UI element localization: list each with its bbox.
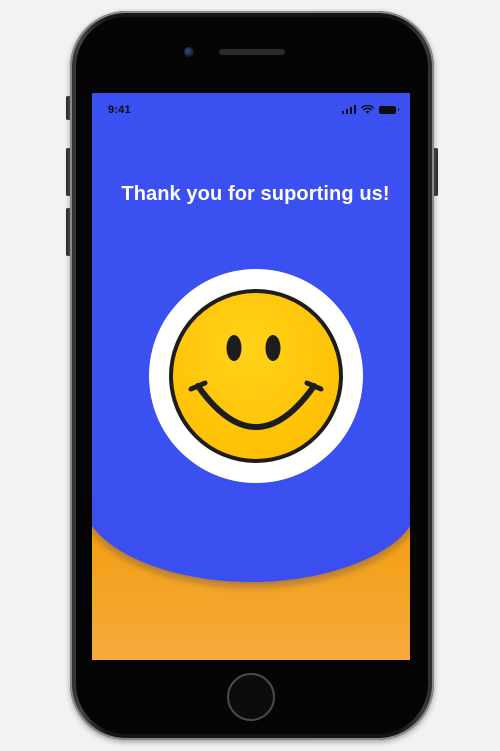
canvas: 9:41 Thank you for suporting us! xyxy=(0,0,500,751)
front-camera-icon xyxy=(184,47,194,57)
status-bar: 9:41 xyxy=(92,93,410,127)
phone-screen: 9:41 Thank you for suporting us! xyxy=(92,93,410,660)
thank-you-headline: Thank you for suporting us! xyxy=(121,183,390,205)
status-time: 9:41 xyxy=(108,104,131,116)
battery-icon xyxy=(379,105,399,114)
smiley-badge xyxy=(148,268,364,484)
right-eye xyxy=(265,335,281,361)
wifi-icon xyxy=(361,105,374,114)
status-icons xyxy=(341,105,399,114)
smiley-face xyxy=(169,289,343,463)
smiley-face-icon xyxy=(149,269,363,483)
bottom-wave xyxy=(92,500,410,660)
cellular-signal-icon xyxy=(341,105,356,114)
home-button[interactable] xyxy=(227,673,275,721)
left-eye xyxy=(226,335,242,361)
earpiece-speaker xyxy=(219,49,285,55)
